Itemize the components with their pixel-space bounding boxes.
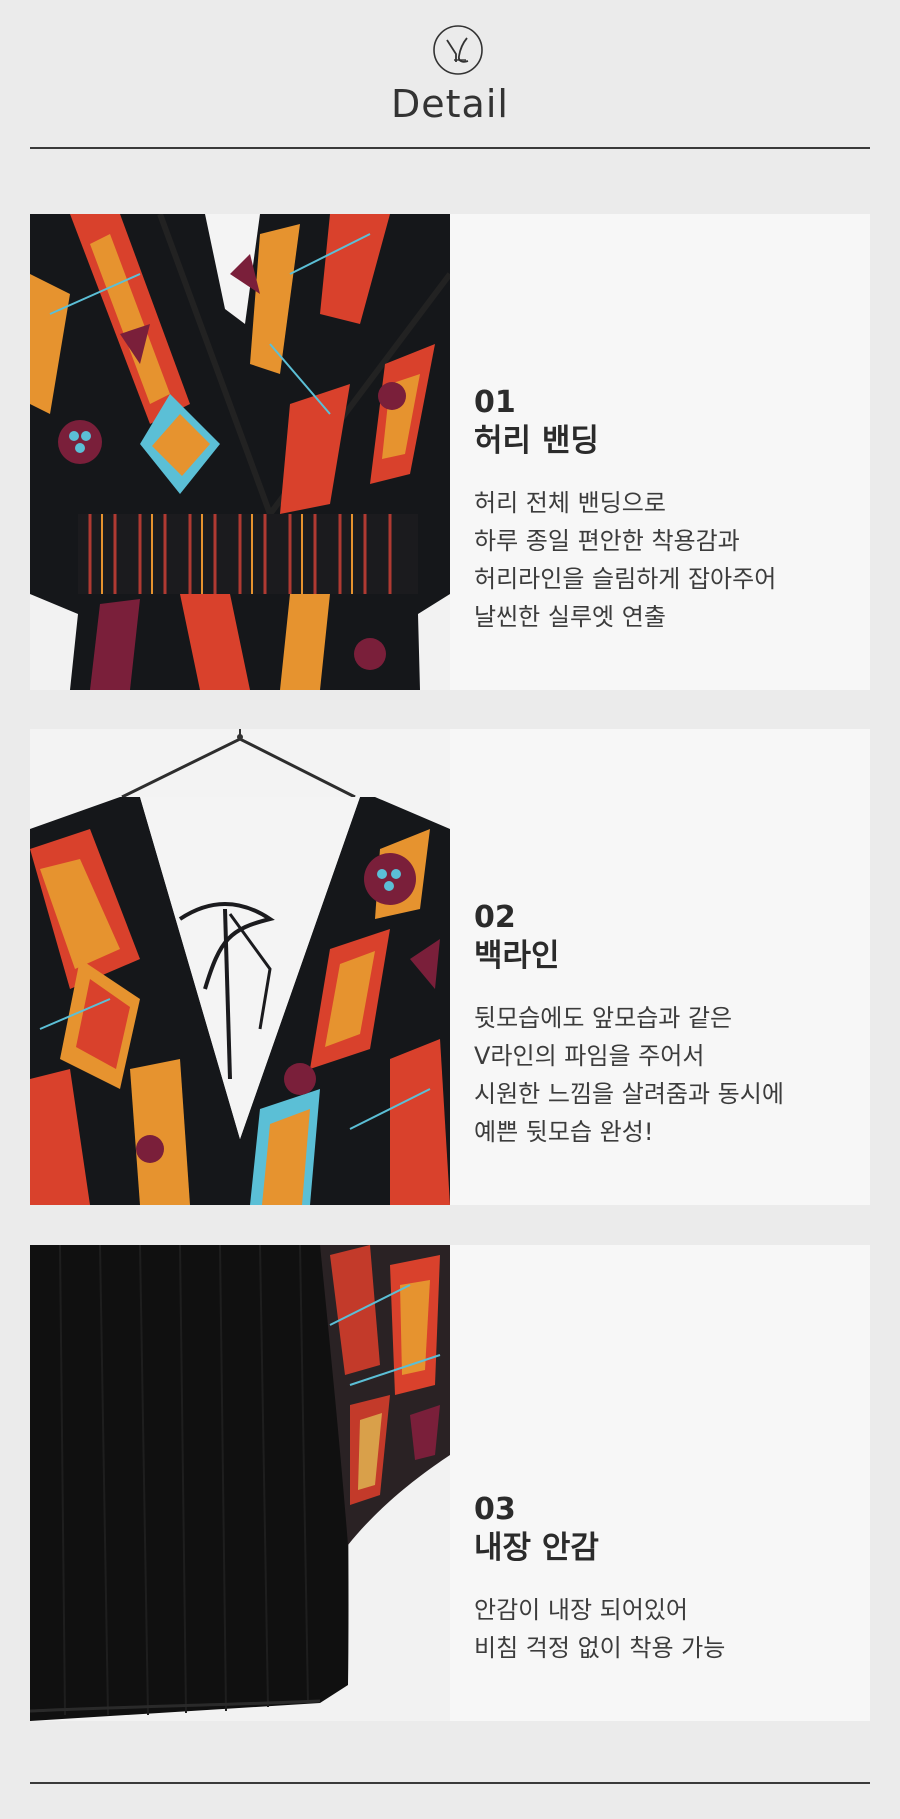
feature-number: 02	[474, 900, 516, 935]
feature-description: 안감이 내장 되어있어 비침 걱정 없이 착용 가능	[474, 1591, 854, 1667]
detail-header: Detail	[0, 0, 900, 150]
description-line: 예쁜 뒷모습 완성!	[474, 1118, 654, 1146]
feature-title: 백라인	[474, 938, 560, 974]
feature-text-2: 02 백라인 뒷모습에도 앞모습과 같은 V라인의 파임을 주어서 시원한 느낌…	[474, 899, 854, 1151]
feature-number: 01	[474, 385, 516, 420]
description-line: 뒷모습에도 앞모습과 같은	[474, 1004, 733, 1032]
description-line: 하루 종일 편안한 착용감과	[474, 527, 740, 555]
description-line: V라인의 파임을 주어서	[474, 1042, 705, 1070]
description-line: 날씬한 실루엣 연출	[474, 603, 666, 631]
feature-text-3: 03 내장 안감 안감이 내장 되어있어 비침 걱정 없이 착용 가능	[474, 1491, 854, 1667]
brand-monogram-logo	[433, 25, 483, 75]
feature-card-inner-lining: 03 내장 안감 안감이 내장 되어있어 비침 걱정 없이 착용 가능	[30, 1245, 870, 1721]
feature-title: 내장 안감	[474, 1530, 599, 1566]
product-photo-back	[30, 729, 450, 1205]
product-photo-waist	[30, 214, 450, 690]
feature-card-back-line: 02 백라인 뒷모습에도 앞모습과 같은 V라인의 파임을 주어서 시원한 느낌…	[30, 729, 870, 1205]
description-line: 시원한 느낌을 살려줌과 동시에	[474, 1080, 784, 1108]
feature-description: 허리 전체 밴딩으로 하루 종일 편안한 착용감과 허리라인을 슬림하게 잡아주…	[474, 484, 854, 636]
feature-description: 뒷모습에도 앞모습과 같은 V라인의 파임을 주어서 시원한 느낌을 살려줌과 …	[474, 999, 854, 1151]
header-divider	[30, 147, 870, 149]
description-line: 허리 전체 밴딩으로	[474, 489, 666, 517]
description-line: 안감이 내장 되어있어	[474, 1596, 688, 1624]
footer-divider	[30, 1782, 870, 1784]
feature-title: 허리 밴딩	[474, 423, 599, 459]
description-line: 비침 걱정 없이 착용 가능	[474, 1634, 726, 1662]
feature-number: 03	[474, 1492, 516, 1527]
page-title: Detail	[391, 82, 509, 126]
product-photo-lining	[30, 1245, 450, 1721]
feature-text-1: 01 허리 밴딩 허리 전체 밴딩으로 하루 종일 편안한 착용감과 허리라인을…	[474, 384, 854, 636]
description-line: 허리라인을 슬림하게 잡아주어	[474, 565, 777, 593]
feature-card-waist-banding: 01 허리 밴딩 허리 전체 밴딩으로 하루 종일 편안한 착용감과 허리라인을…	[30, 214, 870, 690]
